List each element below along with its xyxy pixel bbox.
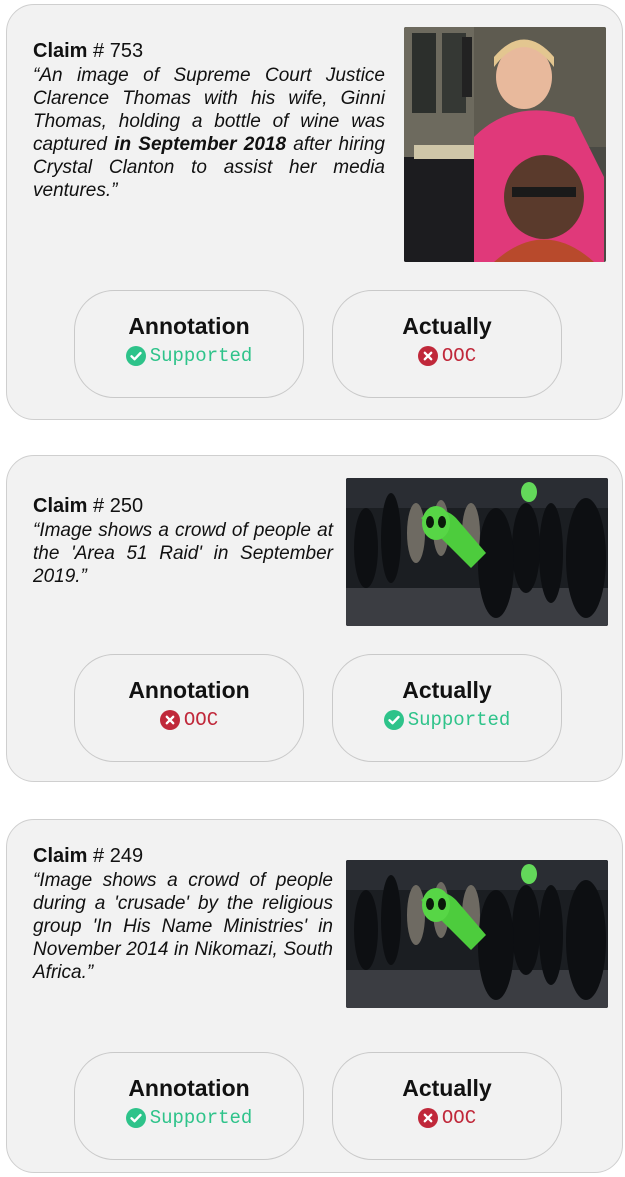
annotation-pill: Annotation Supported	[74, 290, 304, 398]
status-label: OOC	[183, 709, 219, 731]
claim-card-250: Claim # 250 “Image shows a crowd of peop…	[6, 455, 623, 782]
claim-number: # 753	[93, 40, 144, 62]
x-circle-icon	[417, 346, 438, 366]
claim-card-753: Claim # 753 “An image of Supreme Court J…	[6, 4, 623, 420]
status-label: Supported	[149, 1107, 253, 1129]
actually-status: OOC	[333, 345, 561, 367]
claim-heading: Claim # 249	[33, 844, 333, 868]
status-label: OOC	[441, 345, 477, 367]
check-circle-icon	[125, 1108, 146, 1128]
claim-label: Claim	[33, 845, 88, 867]
claim-photo	[346, 860, 608, 1008]
claim-photo	[346, 478, 608, 626]
claim-quote: “Image shows a crowd of people during a …	[33, 870, 333, 983]
annotation-title: Annotation	[128, 677, 250, 703]
claim-quote: “An image of Supreme Court Justice Clare…	[33, 64, 385, 202]
annotation-pill: Annotation OOC	[74, 654, 304, 762]
check-circle-icon	[125, 346, 146, 366]
annotation-status: Supported	[75, 345, 303, 367]
actually-pill: Actually OOC	[332, 290, 562, 398]
claim-number: # 249	[93, 845, 144, 867]
claim-text: Claim # 250 “Image shows a crowd of peop…	[33, 494, 333, 588]
check-circle-icon	[383, 710, 404, 730]
annotation-title: Annotation	[128, 313, 250, 339]
claim-photo	[404, 27, 606, 262]
claim-label: Claim	[33, 40, 88, 62]
x-circle-icon	[417, 1108, 438, 1128]
annotation-pill: Annotation Supported	[74, 1052, 304, 1160]
x-circle-icon	[159, 710, 180, 730]
claim-card-249: Claim # 249 “Image shows a crowd of peop…	[6, 819, 623, 1173]
actually-pill: Actually OOC	[332, 1052, 562, 1160]
actually-status: Supported	[333, 709, 561, 731]
claim-text: Claim # 249 “Image shows a crowd of peop…	[33, 844, 333, 984]
actually-title: Actually	[402, 313, 492, 339]
claim-quote: “Image shows a crowd of people at the 'A…	[33, 520, 333, 587]
claim-number: # 250	[93, 495, 144, 517]
actually-title: Actually	[402, 1075, 492, 1101]
claim-heading: Claim # 753	[33, 39, 385, 63]
annotation-title: Annotation	[128, 1075, 250, 1101]
annotation-status: OOC	[75, 709, 303, 731]
claim-label: Claim	[33, 495, 88, 517]
actually-title: Actually	[402, 677, 492, 703]
actually-status: OOC	[333, 1107, 561, 1129]
actually-pill: Actually Supported	[332, 654, 562, 762]
claim-text: Claim # 753 “An image of Supreme Court J…	[33, 39, 385, 202]
claim-quote-emphasis: in September 2018	[114, 134, 287, 155]
status-label: OOC	[441, 1107, 477, 1129]
claim-heading: Claim # 250	[33, 494, 333, 518]
annotation-status: Supported	[75, 1107, 303, 1129]
status-label: Supported	[407, 709, 511, 731]
status-label: Supported	[149, 345, 253, 367]
